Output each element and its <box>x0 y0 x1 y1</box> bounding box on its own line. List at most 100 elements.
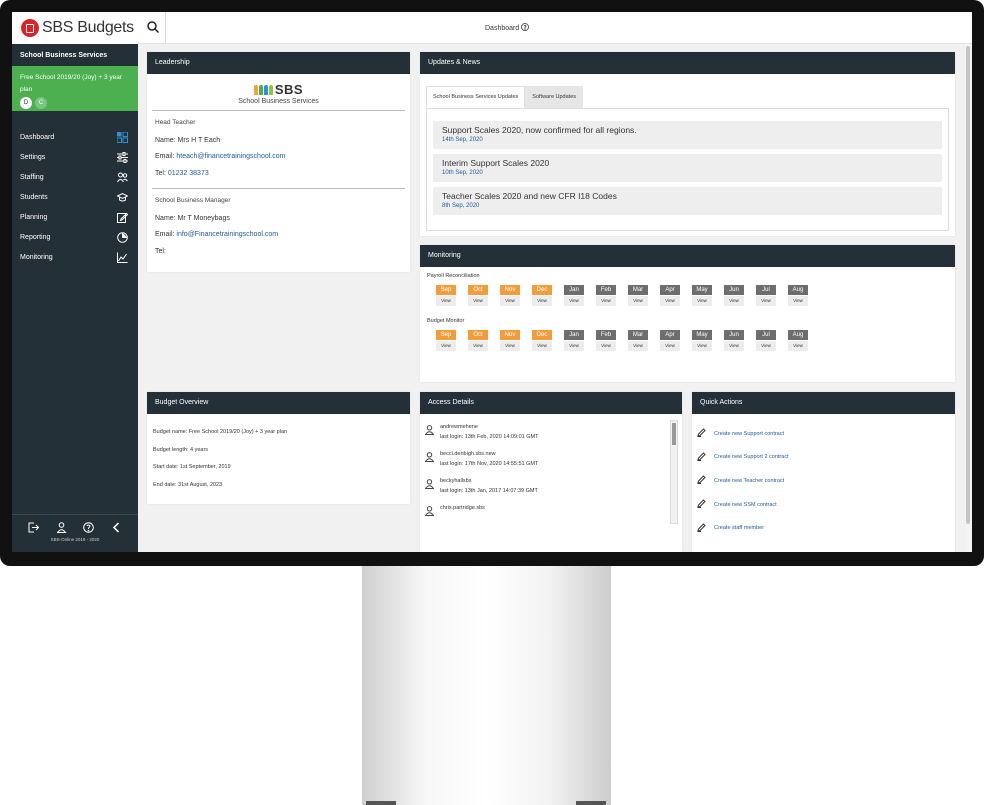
view-button[interactable]: View <box>788 296 808 306</box>
news-item[interactable]: Interim Support Scales 2020 10th Sep, 20… <box>433 154 942 182</box>
view-button[interactable]: View <box>692 341 712 351</box>
month-cell-feb[interactable]: Feb View <box>596 330 616 351</box>
view-button[interactable]: View <box>692 296 712 306</box>
search-icon[interactable] <box>147 20 160 38</box>
month-cell-may[interactable]: May View <box>692 330 712 351</box>
logout-icon[interactable] <box>28 521 40 533</box>
view-button[interactable]: View <box>532 296 552 306</box>
sidebar-item-label: Settings <box>20 153 46 161</box>
sidebar-item-staffing[interactable]: Staffing <box>12 167 138 187</box>
view-button[interactable]: View <box>724 341 744 351</box>
page-scrollbar[interactable] <box>965 44 972 552</box>
view-button[interactable]: View <box>628 341 648 351</box>
view-button[interactable]: View <box>468 341 488 351</box>
quick-action-teacher-contract[interactable]: Create new Teacher contract <box>697 469 955 493</box>
news-list: Support Scales 2020, now confirmed for a… <box>426 108 949 231</box>
tab-sbs-updates[interactable]: School Business Services Updates <box>426 86 526 108</box>
view-button[interactable]: View <box>500 341 520 351</box>
view-button[interactable]: View <box>660 341 680 351</box>
monitoring-panel: Monitoring Payroll Reconciliation Sep Vie… <box>420 245 955 382</box>
edit-icon <box>117 212 128 223</box>
month-cell-sep[interactable]: Sep View <box>436 285 456 306</box>
month-cell-oct[interactable]: Oct View <box>468 285 488 306</box>
contact-tel: Tel: 01232 38373 <box>155 169 209 177</box>
access-scrollbar[interactable] <box>670 420 678 524</box>
view-button[interactable]: View <box>436 341 456 351</box>
app-logo[interactable]: SBS Budgets <box>12 12 138 44</box>
month-cell-jan[interactable]: Jan View <box>564 285 584 306</box>
news-item[interactable]: Support Scales 2020, now confirmed for a… <box>433 121 942 149</box>
month-label: Jan <box>564 285 584 295</box>
view-button[interactable]: View <box>596 296 616 306</box>
tab-software-updates[interactable]: Software Updates <box>525 86 584 108</box>
month-cell-jul[interactable]: Jul View <box>756 330 776 351</box>
updates-panel: Updates & News School Business Services … <box>420 52 955 236</box>
month-cell-nov[interactable]: Nov View <box>500 330 520 351</box>
month-cell-dec[interactable]: Dec View <box>532 285 552 306</box>
quick-action-support2-contract[interactable]: Create new Support 2 contract <box>697 446 955 470</box>
help-icon[interactable] <box>83 521 95 533</box>
email-link[interactable]: info@Financetrainingschool.com <box>176 231 278 238</box>
month-cell-apr[interactable]: Apr View <box>660 330 680 351</box>
month-cell-may[interactable]: May View <box>692 285 712 306</box>
view-button[interactable]: View <box>564 341 584 351</box>
view-button[interactable]: View <box>468 296 488 306</box>
version-text: SBS-Online 2019 - 2020 <box>50 537 100 542</box>
view-button[interactable]: View <box>436 296 456 306</box>
quick-action-label: Create new SSM contract <box>714 501 777 508</box>
sidebar-item-monitoring[interactable]: Monitoring <box>12 247 138 267</box>
month-cell-sep[interactable]: Sep View <box>436 330 456 351</box>
email-link[interactable]: hteach@financetrainingschool.com <box>176 153 285 160</box>
user-icon <box>424 449 435 469</box>
month-label: Aug <box>788 330 808 340</box>
view-button[interactable]: View <box>660 296 680 306</box>
month-cell-apr[interactable]: Apr View <box>660 285 680 306</box>
view-button[interactable]: View <box>532 341 552 351</box>
view-button[interactable]: View <box>724 296 744 306</box>
view-button[interactable]: View <box>596 341 616 351</box>
plan-selector[interactable]: Free School 2019/20 (Joy) + 3 year plan … <box>12 66 138 111</box>
month-cell-jan[interactable]: Jan View <box>564 330 584 351</box>
month-cell-mar[interactable]: Mar View <box>628 285 648 306</box>
quick-actions-panel: Quick Actions Create new Support contrac… <box>692 392 955 552</box>
help-circle-icon[interactable] <box>521 23 530 33</box>
month-cell-oct[interactable]: Oct View <box>468 330 488 351</box>
sidebar-item-dashboard[interactable]: Dashboard <box>12 127 138 147</box>
badge-c[interactable]: C <box>35 97 47 109</box>
month-cell-aug[interactable]: Aug View <box>788 330 808 351</box>
view-button[interactable]: View <box>500 296 520 306</box>
month-cell-jul[interactable]: Jul View <box>756 285 776 306</box>
month-cell-jun[interactable]: Jun View <box>724 330 744 351</box>
month-label: Apr <box>660 330 680 340</box>
month-cell-jun[interactable]: Jun View <box>724 285 744 306</box>
user-profile-icon[interactable] <box>55 521 67 533</box>
view-button[interactable]: View <box>756 341 776 351</box>
sidebar-item-planning[interactable]: Planning <box>12 207 138 227</box>
month-cell-mar[interactable]: Mar View <box>628 330 648 351</box>
tel-link[interactable]: 01232 38373 <box>168 170 209 177</box>
view-button[interactable]: View <box>756 296 776 306</box>
contact-email: Email: info@Financetrainingschool.com <box>155 231 279 238</box>
month-label: Sep <box>436 330 456 340</box>
pen-icon <box>697 428 706 439</box>
month-cell-feb[interactable]: Feb View <box>596 285 616 306</box>
sidebar-item-students[interactable]: Students <box>12 187 138 207</box>
sidebar-item-settings[interactable]: Settings <box>12 147 138 167</box>
month-cell-dec[interactable]: Dec View <box>532 330 552 351</box>
month-cell-aug[interactable]: Aug View <box>788 285 808 306</box>
quick-action-staff-member[interactable]: Create staff member <box>697 516 955 540</box>
news-item[interactable]: Teacher Scales 2020 and new CFR I18 Code… <box>433 187 942 215</box>
quick-action-support-contract[interactable]: Create new Support contract <box>697 422 955 446</box>
panel-header: Leadership <box>147 52 410 74</box>
sidebar-item-reporting[interactable]: Reporting <box>12 227 138 247</box>
user-icon <box>424 422 435 442</box>
view-button[interactable]: View <box>788 341 808 351</box>
collapse-chevron-icon[interactable] <box>110 521 122 533</box>
view-button[interactable]: View <box>628 296 648 306</box>
scroll-thumb[interactable] <box>966 46 970 524</box>
badge-d[interactable]: D <box>20 97 32 109</box>
scroll-thumb[interactable] <box>672 423 676 445</box>
view-button[interactable]: View <box>564 296 584 306</box>
month-cell-nov[interactable]: Nov View <box>500 285 520 306</box>
quick-action-ssm-contract[interactable]: Create new SSM contract <box>697 493 955 517</box>
